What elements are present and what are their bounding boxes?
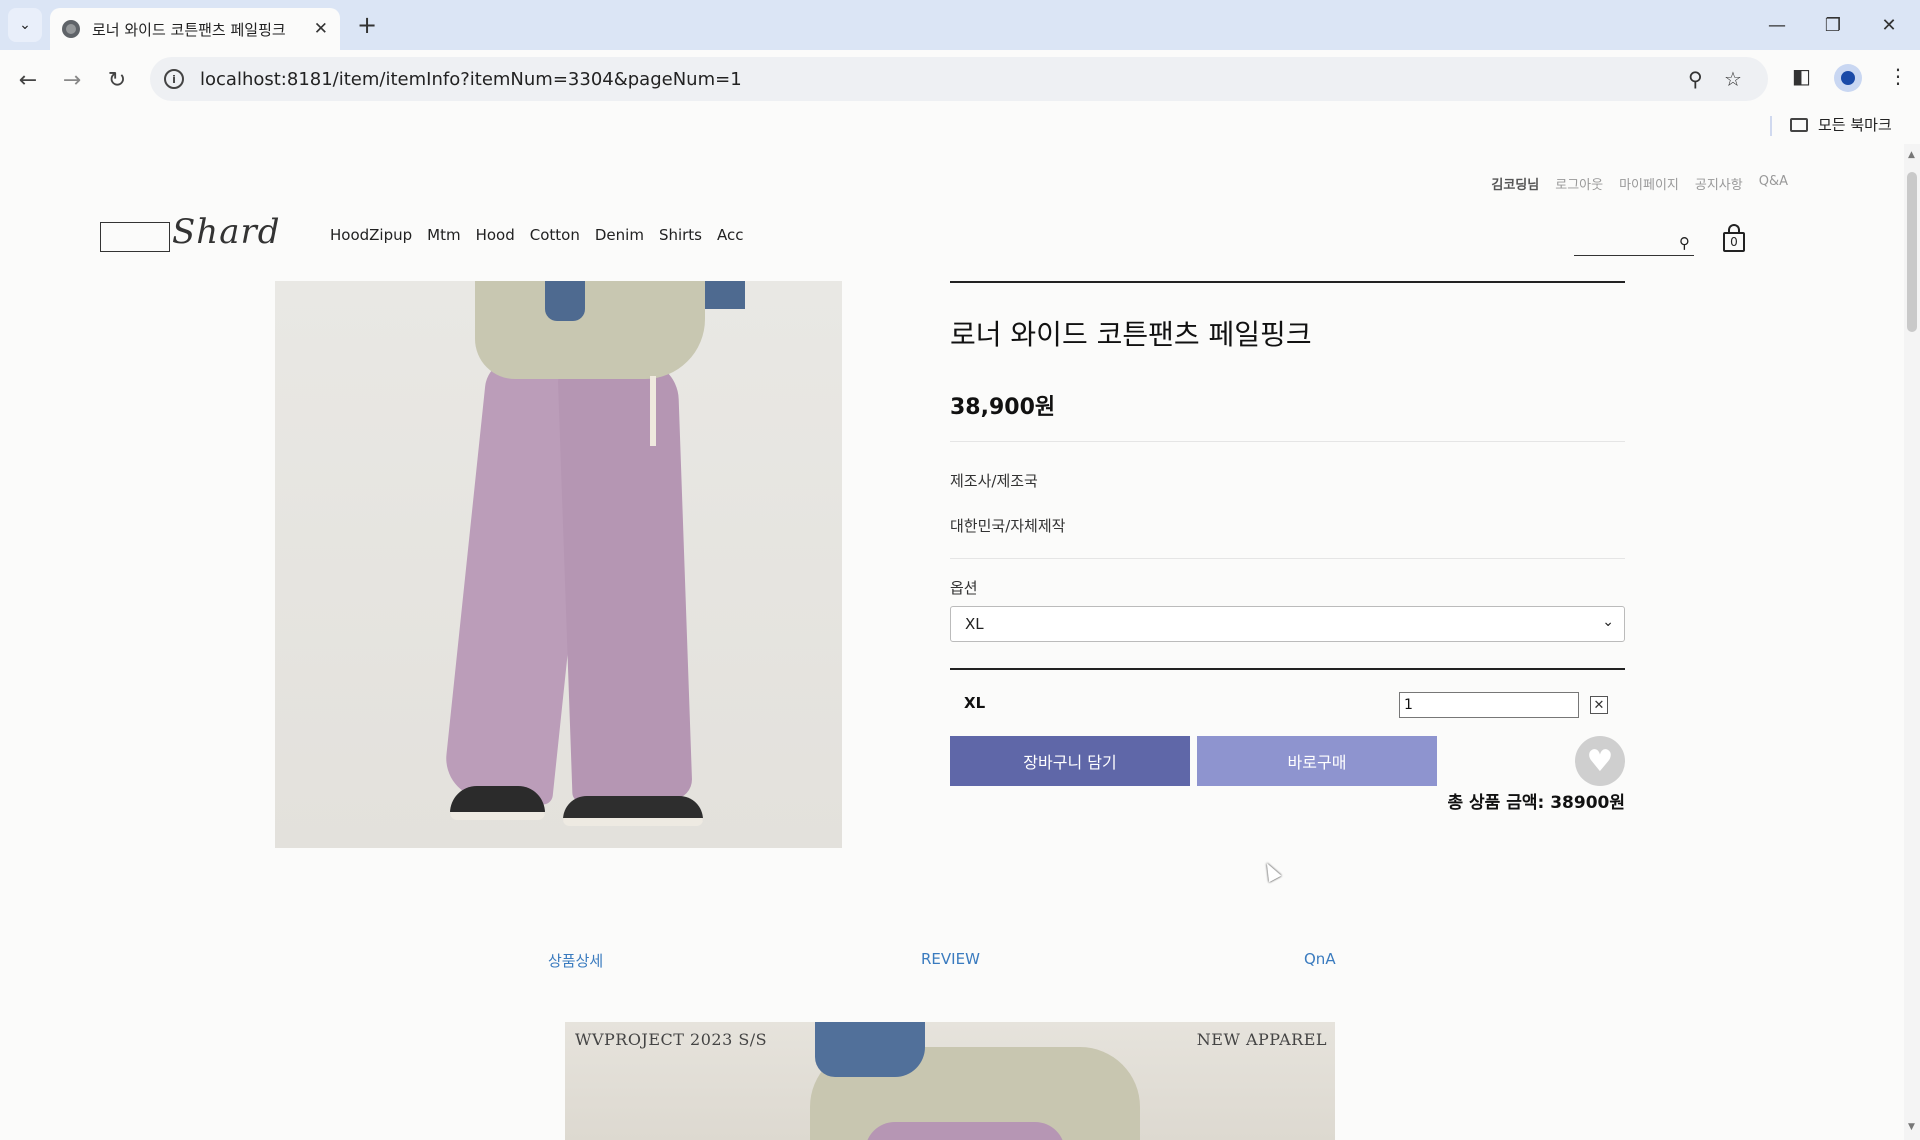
nav-item-shirts[interactable]: Shirts — [659, 226, 702, 244]
cart-count: 0 — [1723, 232, 1745, 252]
bookmarks-bar: 모든 북마크 — [0, 108, 1920, 144]
browser-tab[interactable]: 로너 와이드 코튼팬츠 페일핑크 ✕ — [50, 8, 340, 50]
detail-banner-image: WVPROJECT 2023 S/S NEW APPAREL — [565, 1022, 1335, 1140]
tab-qna[interactable]: QnA — [1304, 950, 1336, 968]
bookmarks-separator — [1770, 116, 1772, 136]
selected-option-name: XL — [964, 694, 986, 712]
url-text[interactable]: localhost:8181/item/itemInfo?itemNum=330… — [200, 69, 742, 90]
option-select[interactable]: XL ⌄ — [950, 606, 1625, 642]
mouse-cursor-icon — [1260, 859, 1282, 883]
image-sweater — [475, 281, 705, 379]
product-info-panel: 로너 와이드 코튼팬츠 페일핑크 38,900원 제조사/제조국 대한민국/자체… — [950, 281, 1625, 816]
browser-toolbar: ← → ↻ i localhost:8181/item/itemInfo?ite… — [0, 50, 1920, 108]
option-label: 옵션 — [950, 579, 978, 597]
scroll-up-icon[interactable]: ▲ — [1908, 150, 1915, 160]
address-bar[interactable]: i localhost:8181/item/itemInfo?itemNum=3… — [150, 57, 1768, 101]
option-select-value: XL — [965, 615, 984, 633]
page-viewport: 김코딩님 로그아웃 마이페이지 공지사항 Q&A Shard HoodZipup… — [0, 144, 1904, 1140]
buy-now-button[interactable]: 바로구매 — [1197, 736, 1437, 786]
manufacturer-value: 대한민국/자체제작 — [950, 517, 1066, 535]
logo-text: Shard — [172, 212, 281, 252]
tab-review[interactable]: REVIEW — [921, 950, 980, 968]
heart-icon[interactable]: ♥ — [1575, 736, 1625, 786]
page-scrollbar[interactable]: ▲ ▼ — [1904, 144, 1920, 1140]
image-denim-sleeve-right — [705, 281, 745, 309]
search-icon[interactable]: ⚲ — [1679, 234, 1690, 252]
kebab-menu-icon[interactable]: ⋮ — [1888, 64, 1908, 88]
scroll-down-icon[interactable]: ▼ — [1908, 1122, 1915, 1132]
browser-tab-strip: ⌄ 로너 와이드 코튼팬츠 페일핑크 ✕ + — ❐ ✕ — [0, 0, 1920, 50]
main-category-nav: HoodZipup Mtm Hood Cotton Denim Shirts A… — [330, 226, 744, 244]
zoom-icon[interactable]: ⚲ — [1688, 67, 1703, 91]
folder-icon — [1790, 117, 1808, 132]
banner-right-text: NEW APPAREL — [1196, 1030, 1327, 1049]
user-name-link[interactable]: 김코딩님 — [1491, 174, 1539, 193]
purchase-actions: 장바구니 담기 바로구매 ♥ 총 상품 금액: 38900원 — [950, 736, 1625, 816]
scrollbar-thumb[interactable] — [1907, 172, 1917, 332]
divider — [950, 558, 1625, 559]
window-close-icon[interactable]: ✕ — [1874, 10, 1904, 40]
detail-tabs: 상품상세 REVIEW QnA — [548, 950, 1348, 974]
banner-denim — [815, 1022, 925, 1077]
chevron-down-icon: ⌄ — [1602, 614, 1614, 630]
search-input[interactable] — [1574, 234, 1674, 255]
selected-option-row: XL 1 ✕ — [950, 670, 1625, 736]
total-price: 총 상품 금액: 38900원 — [1447, 793, 1625, 813]
forward-arrow-icon[interactable]: → — [56, 64, 88, 96]
banner-pants — [865, 1122, 1065, 1140]
logout-link[interactable]: 로그아웃 — [1555, 174, 1603, 193]
restore-icon[interactable]: ❐ — [1818, 10, 1848, 40]
site-info-icon[interactable]: i — [164, 69, 184, 89]
product-name: 로너 와이드 코튼팬츠 페일핑크 — [950, 318, 1312, 351]
banner-left-text: WVPROJECT 2023 S/S — [575, 1030, 768, 1049]
util-menu: 김코딩님 로그아웃 마이페이지 공지사항 Q&A — [1491, 174, 1788, 193]
all-bookmarks-label: 모든 북마크 — [1818, 116, 1892, 134]
tab-title: 로너 와이드 코튼팬츠 페일핑크 — [92, 20, 286, 39]
new-tab-plus-icon[interactable]: + — [352, 10, 382, 40]
product-price: 38,900원 — [950, 395, 1056, 420]
product-image — [275, 281, 842, 848]
bookmark-star-icon[interactable]: ☆ — [1724, 67, 1742, 91]
notice-link[interactable]: 공지사항 — [1695, 174, 1743, 193]
nav-item-denim[interactable]: Denim — [595, 226, 644, 244]
close-tab-icon[interactable]: ✕ — [314, 19, 328, 39]
profile-avatar-icon[interactable] — [1834, 64, 1862, 92]
divider — [950, 281, 1625, 283]
image-drawstring — [650, 376, 656, 446]
image-shoe-left — [450, 786, 545, 820]
back-arrow-icon[interactable]: ← — [12, 64, 44, 96]
add-to-cart-button[interactable]: 장바구니 담기 — [950, 736, 1190, 786]
divider — [950, 441, 1625, 442]
all-bookmarks-button[interactable]: 모든 북마크 — [1790, 114, 1892, 135]
manufacturer-label: 제조사/제조국 — [950, 472, 1038, 490]
nav-item-cotton[interactable]: Cotton — [530, 226, 580, 244]
nav-item-mtm[interactable]: Mtm — [427, 226, 460, 244]
minimize-icon[interactable]: — — [1762, 10, 1792, 40]
image-shoe-right — [563, 796, 703, 826]
logo-box — [100, 222, 170, 252]
image-denim-sleeve — [545, 281, 585, 321]
shopping-bag-icon[interactable]: 0 — [1722, 224, 1746, 252]
tab-product-detail[interactable]: 상품상세 — [548, 950, 603, 971]
tab-search-chevron-icon[interactable]: ⌄ — [8, 8, 42, 42]
quantity-input[interactable]: 1 — [1399, 692, 1579, 718]
nav-item-hoodzipup[interactable]: HoodZipup — [330, 226, 412, 244]
reload-icon[interactable]: ↻ — [101, 64, 133, 96]
image-pants-right — [557, 359, 693, 803]
nav-item-acc[interactable]: Acc — [717, 226, 744, 244]
remove-option-icon[interactable]: ✕ — [1590, 696, 1608, 714]
qna-link[interactable]: Q&A — [1759, 174, 1788, 193]
nav-item-hood[interactable]: Hood — [476, 226, 515, 244]
mypage-link[interactable]: 마이페이지 — [1619, 174, 1679, 193]
site-logo[interactable]: Shard — [100, 210, 279, 256]
side-panel-icon[interactable]: ◧ — [1792, 64, 1811, 88]
site-search: ⚲ — [1574, 234, 1694, 256]
globe-icon — [62, 20, 80, 38]
